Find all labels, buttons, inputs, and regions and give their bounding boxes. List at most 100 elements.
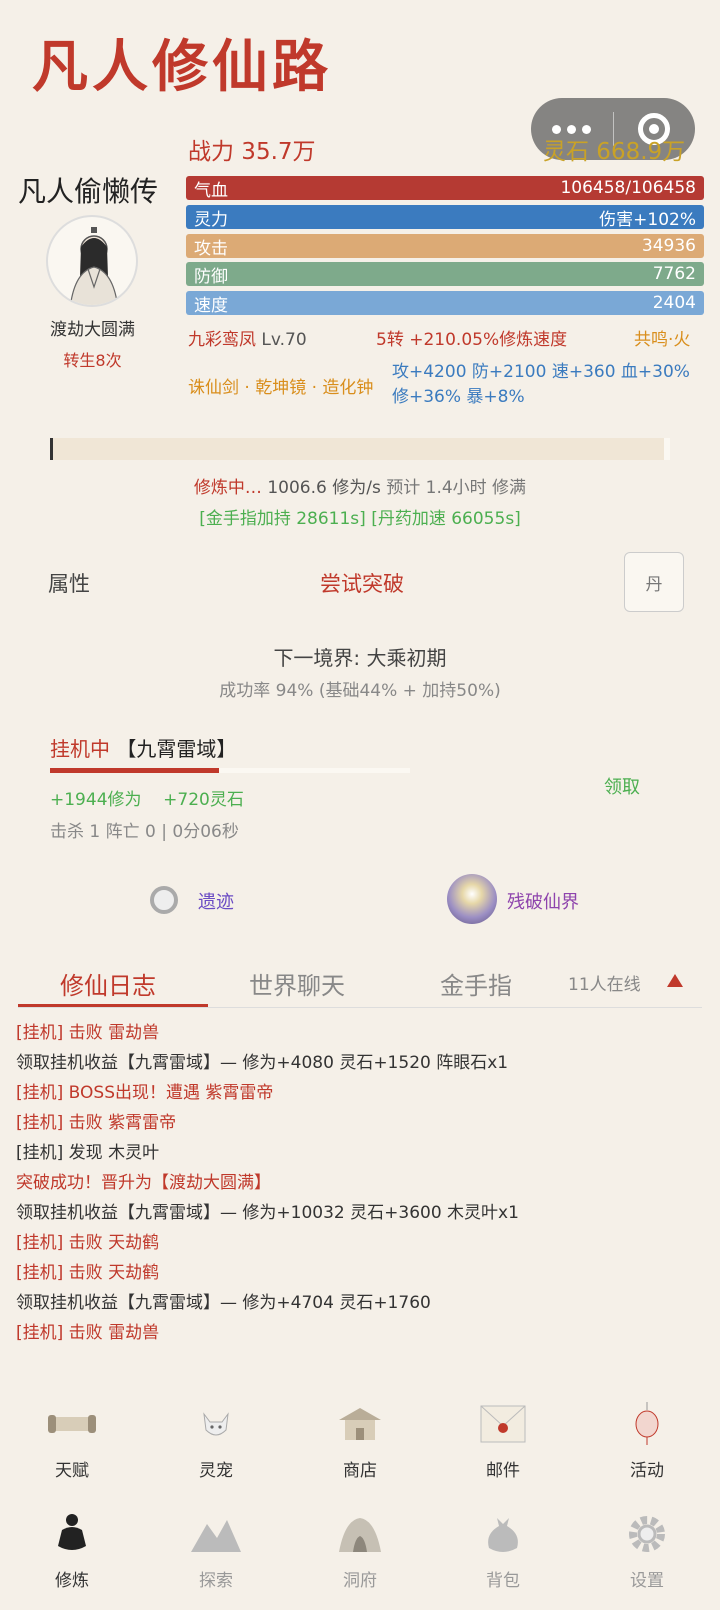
- boost-line: [金手指加持 28611s] [丹药加速 66055s]: [0, 504, 720, 529]
- tab-log[interactable]: 修仙日志: [60, 966, 156, 1001]
- idle-status: 挂机中: [50, 737, 110, 761]
- hp-bar: 气血 106458/106458: [186, 176, 704, 201]
- tab-chat[interactable]: 世界聊天: [249, 966, 345, 1001]
- nav-talent[interactable]: 天赋: [22, 1400, 122, 1481]
- defense-value: 7762: [652, 264, 696, 284]
- idle-gain: +1944修为 +720灵石: [50, 785, 244, 810]
- nav-shop[interactable]: 商店: [310, 1400, 410, 1481]
- breakthrough-button[interactable]: 尝试突破: [320, 568, 404, 598]
- next-realm: 下一境界: 大乘初期: [273, 646, 447, 670]
- nav-bag[interactable]: 背包: [453, 1510, 553, 1591]
- idle-zone[interactable]: 【九霄雷域】: [116, 737, 236, 761]
- player-name: 凡人偷懒传: [18, 175, 159, 208]
- idle-gain-cultivation: +1944修为: [50, 790, 142, 810]
- treasure-stats: 攻+4200 防+2100 速+360 血+30% 修+36% 暴+8%: [392, 360, 690, 410]
- avatar-portrait-icon: [69, 227, 119, 305]
- meditate-icon: [44, 1510, 100, 1558]
- log-line: 领取挂机收益【九霄雷域】— 修为+4080 灵石+1520 阵眼石x1: [16, 1053, 509, 1073]
- bag-icon: [475, 1510, 531, 1558]
- avatar[interactable]: [46, 215, 138, 307]
- nav-label: 修炼: [55, 1571, 89, 1591]
- scroll-icon: [44, 1400, 100, 1448]
- spirit-value: 伤害+102%: [599, 209, 696, 230]
- tab-gold-finger[interactable]: 金手指: [440, 966, 512, 1001]
- log-line: [挂机] 击败 天劫鹤: [16, 1263, 160, 1283]
- spirit-stone-count: 灵石 668.9万: [543, 139, 686, 165]
- log-line: [挂机] 击败 紫霄雷帝: [16, 1113, 177, 1133]
- log-cut-line: [16, 1008, 706, 1018]
- pet-resonance: 共鸣·火: [634, 330, 691, 350]
- idle-gain-stone: +720灵石: [163, 790, 244, 810]
- cultivation-status-line: 修炼中… 1006.6 修为/s 预计 1.4小时 修满: [0, 473, 720, 498]
- cultivation-progress-bar: [50, 438, 670, 460]
- defense-bar: 防御 7762: [186, 262, 704, 287]
- player-realm: 渡劫大圆满: [50, 320, 135, 340]
- nav-explore[interactable]: 探索: [166, 1510, 266, 1591]
- mountain-icon: [188, 1510, 244, 1558]
- nav-settings[interactable]: 设置: [597, 1510, 697, 1591]
- shop-icon: [332, 1400, 388, 1448]
- spirit-label: 灵力: [194, 209, 228, 230]
- nav-cave[interactable]: 洞府: [310, 1510, 410, 1591]
- log-line: 领取挂机收益【九霄雷域】— 修为+4704 灵石+1760: [16, 1293, 431, 1313]
- fox-icon: [188, 1400, 244, 1448]
- idle-progress-fill: [50, 768, 220, 773]
- attack-value: 34936: [641, 236, 696, 256]
- nav-label: 活动: [630, 1461, 664, 1481]
- attack-bar: 攻击 34936: [186, 234, 704, 259]
- log-line: 突破成功！晋升为【渡劫大圆满】: [16, 1173, 271, 1193]
- nav-label: 灵宠: [199, 1461, 233, 1481]
- cultivation-progress-fill: [53, 438, 664, 460]
- claim-button[interactable]: 领取: [604, 773, 640, 799]
- nav-label: 商店: [343, 1461, 377, 1481]
- nav-pet[interactable]: 灵宠: [166, 1400, 266, 1481]
- log-line: [挂机] BOSS出现！遭遇 紫霄雷帝: [16, 1083, 274, 1103]
- mail-icon: [475, 1400, 531, 1448]
- gear-icon: [619, 1510, 675, 1558]
- lantern-icon: [619, 1400, 675, 1448]
- pet-info[interactable]: 九彩鸾凤 Lv.70: [188, 325, 307, 350]
- cultivation-rate: 1006.6 修为/s: [267, 478, 381, 498]
- idle-progress-bar: [50, 768, 410, 773]
- treasure-stats-line1: 攻+4200 防+2100 速+360 血+30%: [392, 362, 690, 382]
- rebirth-count: 转生8次: [63, 351, 122, 370]
- nav-label: 探索: [199, 1571, 233, 1591]
- log-line: [挂机] 击败 雷劫兽: [16, 1323, 160, 1343]
- hp-value: 106458/106458: [560, 178, 696, 198]
- combat-power: 战力 35.7万: [188, 139, 316, 165]
- broken-realm-link[interactable]: 残破仙界: [507, 888, 579, 914]
- pet-name: 九彩鸾凤: [188, 330, 256, 350]
- app-title: 凡人修仙路: [32, 34, 332, 100]
- pet-bonus: 5转 +210.05%修炼速度: [376, 330, 568, 350]
- ruins-link[interactable]: 遗迹: [198, 888, 234, 914]
- log-list[interactable]: [挂机] 击败 雷劫兽 领取挂机收益【九霄雷域】— 修为+4080 灵石+152…: [16, 1008, 706, 1348]
- nav-label: 天赋: [55, 1461, 89, 1481]
- cultivation-status: 修炼中…: [193, 478, 262, 498]
- pill-button[interactable]: 丹: [624, 552, 684, 612]
- spirit-bar: 灵力 伤害+102%: [186, 205, 704, 230]
- pet-level: Lv.70: [261, 330, 307, 350]
- nav-label: 洞府: [343, 1571, 377, 1591]
- nav-label: 背包: [486, 1571, 520, 1591]
- log-line: [挂机] 击败 天劫鹤: [16, 1233, 160, 1253]
- log-line: [挂机] 击败 雷劫兽: [16, 1023, 160, 1043]
- collapse-triangle-icon[interactable]: [667, 974, 683, 987]
- attributes-button[interactable]: 属性: [48, 568, 90, 598]
- success-rate: 成功率 94% (基础44% + 加持50%): [219, 681, 501, 701]
- broken-realm-icon[interactable]: [447, 874, 497, 924]
- treasure-names[interactable]: 诛仙剑 · 乾坤镜 · 造化钟: [188, 373, 373, 398]
- log-line: [挂机] 发现 木灵叶: [16, 1143, 160, 1163]
- ruins-icon[interactable]: [150, 886, 178, 914]
- nav-activity[interactable]: 活动: [597, 1400, 697, 1481]
- hp-label: 气血: [194, 180, 228, 201]
- speed-bar: 速度 2404: [186, 291, 704, 316]
- idle-stats: 击杀 1 阵亡 0 | 0分06秒: [50, 822, 239, 842]
- speed-label: 速度: [194, 295, 228, 316]
- attack-label: 攻击: [194, 238, 228, 259]
- nav-mail[interactable]: 邮件: [453, 1400, 553, 1481]
- online-count: 11人在线: [568, 975, 641, 995]
- nav-cultivate[interactable]: 修炼: [22, 1510, 122, 1591]
- cultivation-eta: 预计 1.4小时 修满: [386, 478, 527, 498]
- speed-value: 2404: [652, 293, 696, 313]
- cave-icon: [332, 1510, 388, 1558]
